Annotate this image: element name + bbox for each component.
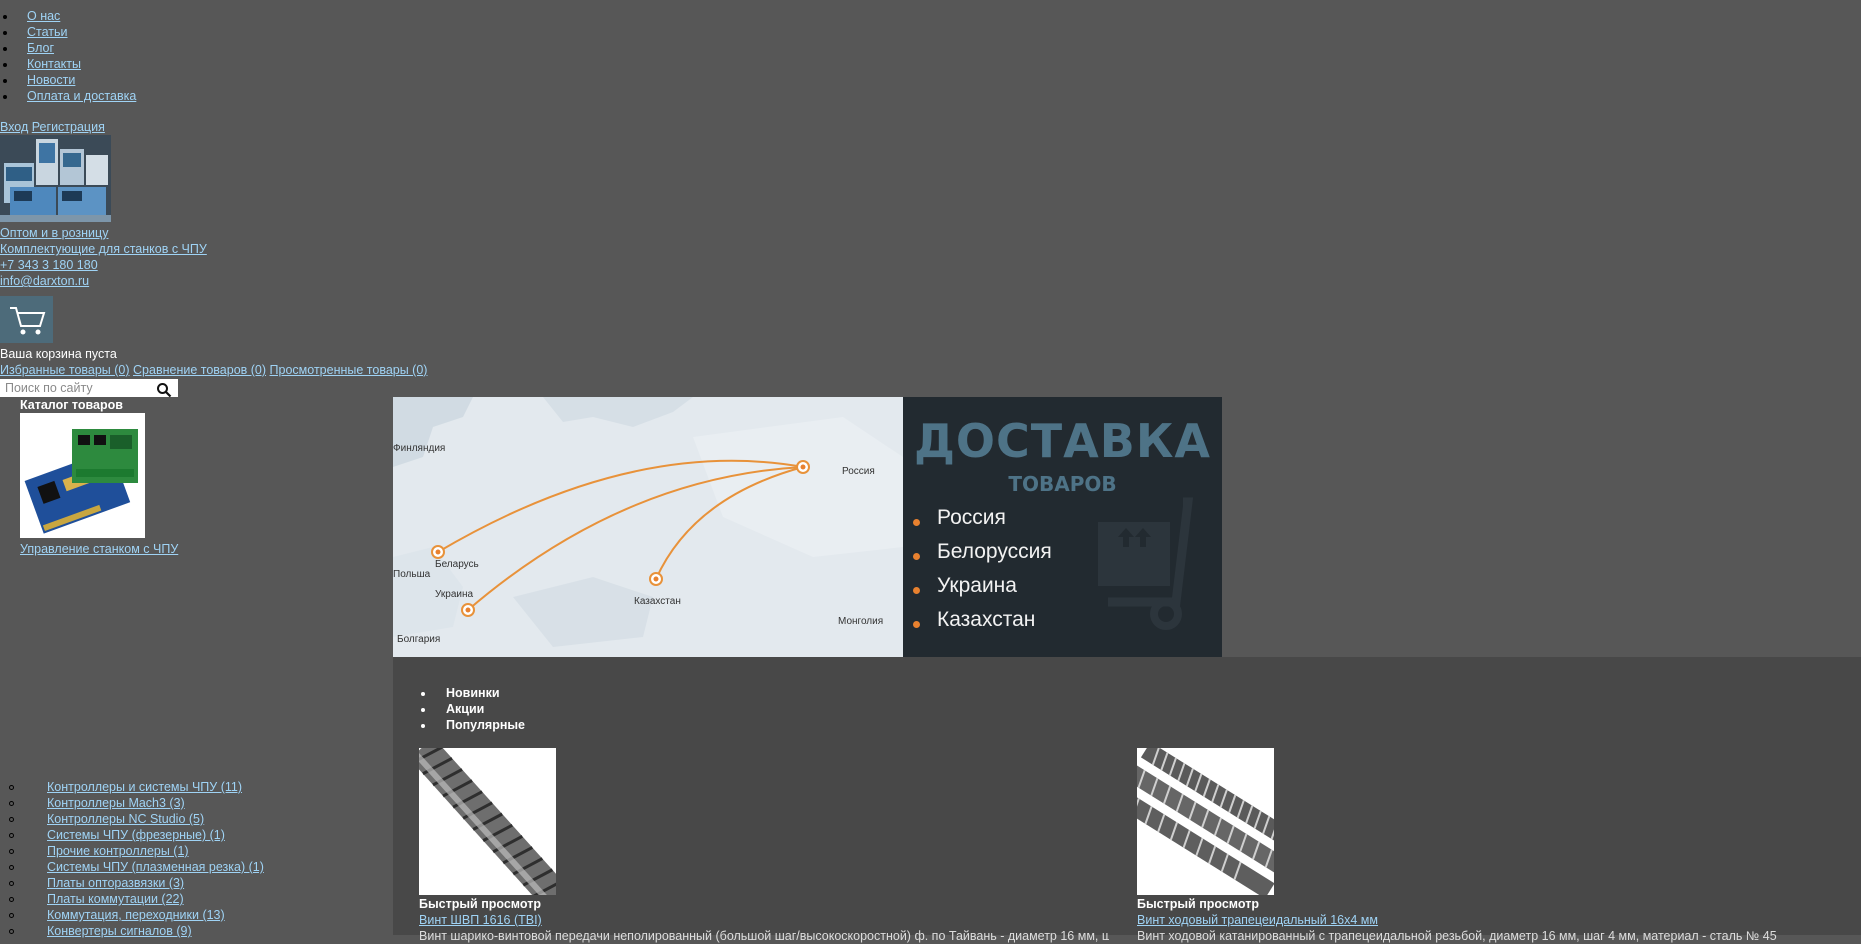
delivery-subtitle: ТОВАРОВ bbox=[1008, 472, 1117, 496]
category-item: Коммутация, переходники (13) bbox=[9, 907, 264, 923]
map-label-finland: Финляндия bbox=[393, 443, 446, 454]
delivery-country-belarus: Белоруссия bbox=[913, 540, 1052, 563]
category-link[interactable]: Платы коммутации (22) bbox=[47, 892, 184, 906]
top-nav: О нас Статьи Блог Контакты Новости Оплат… bbox=[0, 8, 136, 104]
nav-link-payment-delivery[interactable]: Оплата и доставка bbox=[27, 89, 136, 103]
delivery-banner[interactable]: Финляндия Россия Беларусь Украина Казахс… bbox=[393, 397, 1222, 657]
top-nav-item[interactable]: О нас bbox=[2, 8, 136, 24]
product-description: Винт ходовой катанированный с трапецеида… bbox=[1137, 929, 1777, 943]
cart-status: Ваша корзина пуста bbox=[0, 347, 117, 361]
catalog-featured-image[interactable] bbox=[20, 413, 145, 538]
category-link[interactable]: Прочие контроллеры (1) bbox=[47, 844, 189, 858]
header-info: Оптом и в розницу Комплектующие для стан… bbox=[0, 225, 207, 289]
map-label-belarus: Беларусь bbox=[435, 559, 479, 570]
trapezoidal-screw-picture bbox=[1137, 748, 1274, 895]
map-label-poland: Польша bbox=[393, 569, 431, 580]
category-item: Прочие контроллеры (1) bbox=[9, 843, 264, 859]
controller-board-picture bbox=[20, 413, 145, 538]
products-section: Новинки Акции Популярные Быстрый просмот… bbox=[393, 657, 1861, 943]
category-link[interactable]: Системы ЧПУ (плазменная резка) (1) bbox=[47, 860, 264, 874]
product-image[interactable] bbox=[1137, 748, 1274, 895]
components-link[interactable]: Комплектующие для станков с ЧПУ bbox=[0, 242, 207, 256]
cart-icon bbox=[10, 307, 46, 335]
register-link[interactable]: Регистрация bbox=[32, 120, 105, 134]
nav-link-news[interactable]: Новости bbox=[27, 73, 75, 87]
delivery-country-russia: Россия bbox=[913, 506, 1006, 529]
user-lists: Избранные товары (0) Сравнение товаров (… bbox=[0, 362, 427, 378]
top-nav-item[interactable]: Статьи bbox=[2, 24, 136, 40]
nav-link-about[interactable]: О нас bbox=[27, 9, 60, 23]
top-nav-item[interactable]: Контакты bbox=[2, 56, 136, 72]
wholesale-link[interactable]: Оптом и в розницу bbox=[0, 226, 108, 240]
category-link[interactable]: Контроллеры Mach3 (3) bbox=[47, 796, 185, 810]
quick-view-button[interactable]: Быстрый просмотр bbox=[1137, 896, 1827, 912]
catalog-title: Каталог товаров bbox=[20, 398, 123, 412]
search-input[interactable] bbox=[0, 379, 155, 397]
category-item: Контроллеры NC Studio (5) bbox=[9, 811, 264, 827]
product-tabs: Новинки Акции Популярные bbox=[420, 685, 525, 733]
category-link[interactable]: Контроллеры NC Studio (5) bbox=[47, 812, 204, 826]
map-label-mongolia: Монголия bbox=[838, 616, 884, 627]
delivery-title: ДОСТАВКА bbox=[913, 414, 1212, 468]
favorites-link[interactable]: Избранные товары (0) bbox=[0, 363, 130, 377]
delivery-country-kazakhstan: Казахстан bbox=[912, 608, 1036, 631]
auth-links: Вход Регистрация bbox=[0, 119, 105, 135]
category-link[interactable]: Контроллеры и системы ЧПУ (11) bbox=[47, 780, 242, 794]
cart-button[interactable] bbox=[0, 296, 53, 343]
compare-link[interactable]: Сравнение товаров (0) bbox=[133, 363, 266, 377]
phone-link[interactable]: +7 343 3 180 180 bbox=[0, 258, 98, 272]
category-link[interactable]: Конвертеры сигналов (9) bbox=[47, 924, 192, 938]
category-item: Системы ЧПУ (плазменная резка) (1) bbox=[9, 859, 264, 875]
product-name-link[interactable]: Винт ШВП 1616 (TBI) bbox=[419, 913, 542, 927]
map-illustration bbox=[393, 397, 903, 657]
category-link[interactable]: Системы ЧПУ (фрезерные) (1) bbox=[47, 828, 225, 842]
tab-new[interactable]: Новинки bbox=[420, 685, 525, 701]
ball-screw-picture bbox=[419, 748, 556, 895]
category-item: Конвертеры сигналов (9) bbox=[9, 923, 264, 939]
hand-truck-icon bbox=[1098, 497, 1194, 630]
map-label-kazakhstan: Казахстан bbox=[634, 596, 681, 607]
catalog-featured-link-wrap: Управление станком с ЧПУ bbox=[20, 541, 178, 557]
quick-view-button[interactable]: Быстрый просмотр bbox=[419, 896, 1109, 912]
top-nav-item[interactable]: Блог bbox=[2, 40, 136, 56]
category-item: Контроллеры и системы ЧПУ (11) bbox=[9, 779, 264, 795]
nav-link-blog[interactable]: Блог bbox=[27, 41, 54, 55]
category-item: Платы коммутации (22) bbox=[9, 891, 264, 907]
category-item: Системы ЧПУ (фрезерные) (1) bbox=[9, 827, 264, 843]
tab-popular[interactable]: Популярные bbox=[420, 717, 525, 733]
map-label-bulgaria: Болгария bbox=[397, 634, 441, 645]
search-box bbox=[0, 379, 178, 398]
viewed-link[interactable]: Просмотренные товары (0) bbox=[270, 363, 428, 377]
search-icon[interactable] bbox=[156, 382, 172, 398]
category-item: Платы опторазвязки (3) bbox=[9, 875, 264, 891]
product-name-link[interactable]: Винт ходовый трапецеидальный 16х4 мм bbox=[1137, 913, 1378, 927]
catalog-featured-link[interactable]: Управление станком с ЧПУ bbox=[20, 542, 178, 556]
login-link[interactable]: Вход bbox=[0, 120, 28, 134]
product-image[interactable] bbox=[419, 748, 556, 895]
product-card: Быстрый просмотр Винт ходовый трапецеида… bbox=[1137, 748, 1827, 944]
product-description: Винт шарико-винтовой передачи неполирова… bbox=[419, 929, 1109, 943]
logo-image[interactable] bbox=[0, 135, 111, 222]
category-link[interactable]: Коммутация, переходники (13) bbox=[47, 908, 225, 922]
top-nav-item[interactable]: Новости bbox=[2, 72, 136, 88]
map-label-ukraine: Украина bbox=[435, 589, 474, 600]
tab-sale[interactable]: Акции bbox=[420, 701, 525, 717]
delivery-country-ukraine: Украина bbox=[913, 574, 1017, 597]
delivery-info-panel: ДОСТАВКА ТОВАРОВ Россия Белоруссия Украи… bbox=[903, 397, 1222, 657]
category-link[interactable]: Платы опторазвязки (3) bbox=[47, 876, 184, 890]
nav-link-articles[interactable]: Статьи bbox=[27, 25, 68, 39]
category-item: Контроллеры Mach3 (3) bbox=[9, 795, 264, 811]
category-list: Контроллеры и системы ЧПУ (11) Контролле… bbox=[9, 779, 264, 939]
top-nav-item[interactable]: Оплата и доставка bbox=[2, 88, 136, 104]
map-label-russia: Россия bbox=[842, 466, 875, 477]
logo-machines-picture bbox=[0, 135, 111, 222]
nav-link-contacts[interactable]: Контакты bbox=[27, 57, 81, 71]
email-link[interactable]: info@darxton.ru bbox=[0, 274, 89, 288]
product-card: Быстрый просмотр Винт ШВП 1616 (TBI) Вин… bbox=[419, 748, 1109, 944]
delivery-map: Финляндия Россия Беларусь Украина Казахс… bbox=[393, 397, 903, 657]
